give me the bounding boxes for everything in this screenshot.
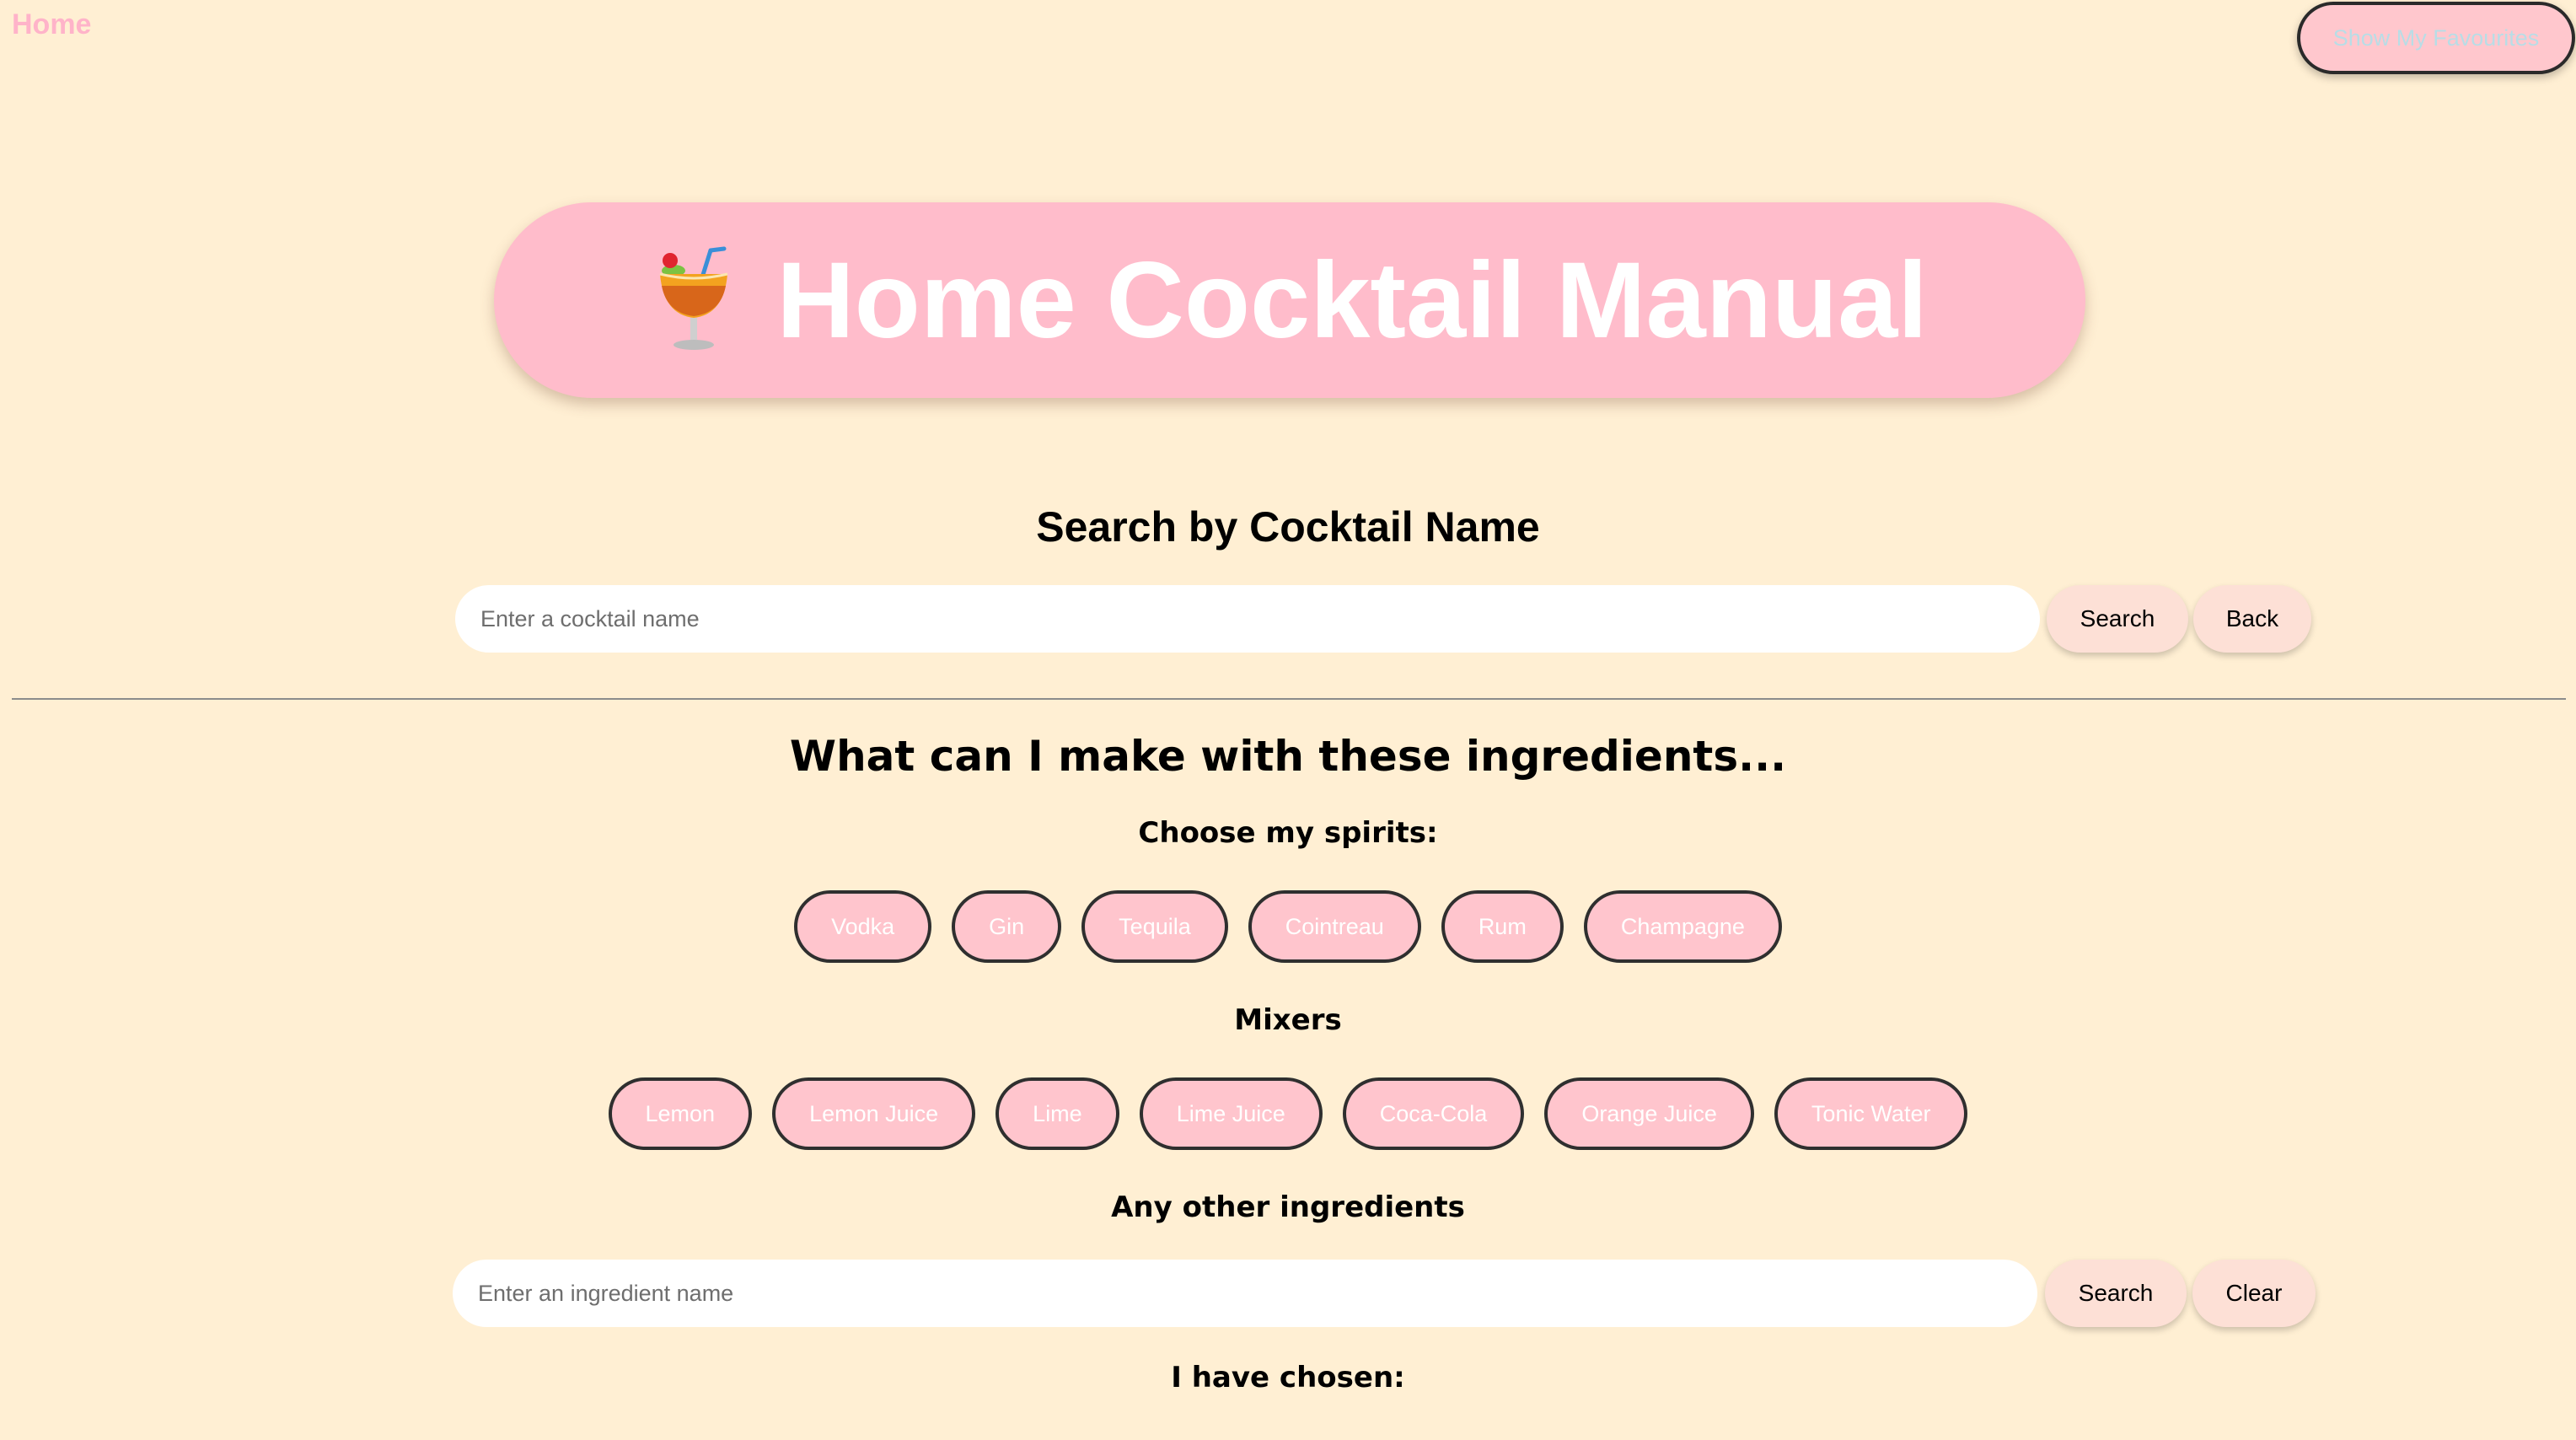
- ingredients-heading: What can I make with these ingredients..…: [789, 732, 1787, 781]
- back-button[interactable]: Back: [2193, 585, 2311, 653]
- spirit-chip-tequila[interactable]: Tequila: [1081, 890, 1228, 963]
- mixer-chip-lemon[interactable]: Lemon: [608, 1077, 753, 1150]
- mixer-chip-coca-cola[interactable]: Coca-Cola: [1342, 1077, 1525, 1150]
- mixer-chip-lemon-juice[interactable]: Lemon Juice: [772, 1077, 976, 1150]
- home-link[interactable]: Home: [12, 8, 91, 41]
- mixers-heading: Mixers: [1234, 1003, 1342, 1037]
- clear-button[interactable]: Clear: [2192, 1260, 2316, 1327]
- mixer-chip-lime-juice[interactable]: Lime Juice: [1139, 1077, 1323, 1150]
- mixer-chip-lime[interactable]: Lime: [996, 1077, 1119, 1150]
- ingredient-name-input[interactable]: [453, 1260, 2037, 1327]
- tropical-drink-icon: [659, 246, 728, 350]
- show-favourites-button[interactable]: Show My Favourites: [2297, 2, 2575, 74]
- mixer-chip-tonic-water[interactable]: Tonic Water: [1774, 1077, 1968, 1150]
- other-ingredients-heading: Any other ingredients: [1111, 1190, 1465, 1224]
- name-search-heading: Search by Cocktail Name: [1036, 503, 1540, 551]
- section-divider: [12, 698, 2566, 700]
- spirit-chip-gin[interactable]: Gin: [952, 890, 1062, 963]
- spirit-chip-cointreau[interactable]: Cointreau: [1248, 890, 1421, 963]
- ingredient-search-button[interactable]: Search: [2045, 1260, 2187, 1327]
- hero-banner: Home Cocktail Manual: [494, 202, 2085, 398]
- spirit-chip-rum[interactable]: Rum: [1441, 890, 1564, 963]
- spirits-chip-row: Vodka Gin Tequila Cointreau Rum Champagn…: [0, 890, 2576, 963]
- spirit-chip-vodka[interactable]: Vodka: [794, 890, 932, 963]
- cocktail-name-input[interactable]: [455, 585, 2040, 653]
- mixer-chip-orange-juice[interactable]: Orange Juice: [1544, 1077, 1754, 1150]
- spirit-chip-champagne[interactable]: Champagne: [1583, 890, 1782, 963]
- mixers-chip-row: Lemon Lemon Juice Lime Lime Juice Coca-C…: [0, 1077, 2576, 1150]
- name-search-button[interactable]: Search: [2047, 585, 2188, 653]
- chosen-heading: I have chosen:: [1171, 1361, 1405, 1394]
- page-title: Home Cocktail Manual: [776, 239, 1928, 361]
- spirits-heading: Choose my spirits:: [1138, 816, 1438, 850]
